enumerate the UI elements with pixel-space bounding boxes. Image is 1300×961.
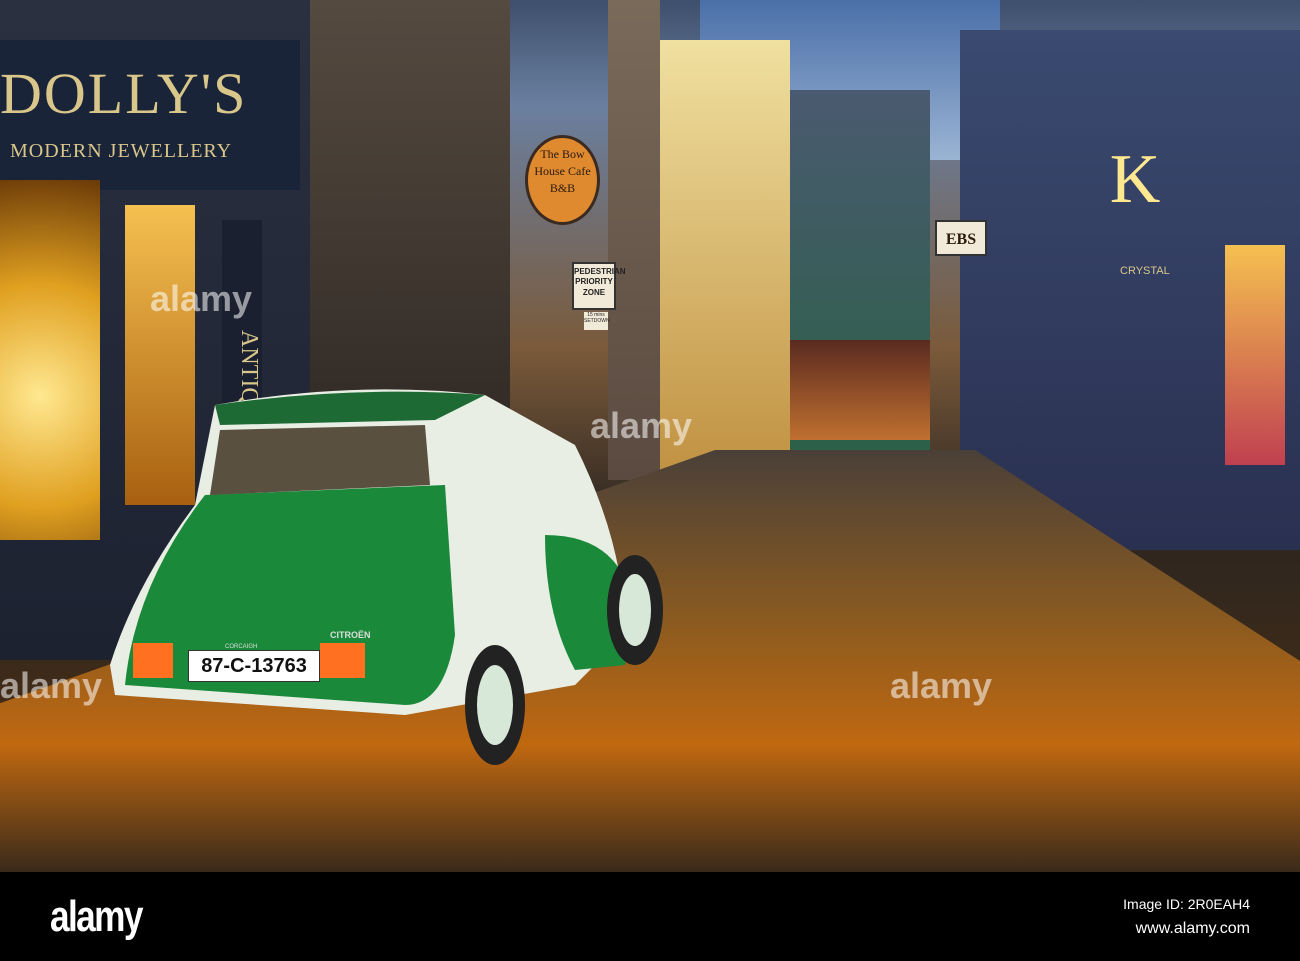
shop-sign-text: DOLLY'S	[0, 61, 248, 126]
watermark: alamy	[890, 665, 993, 706]
watermark: alamy	[150, 278, 253, 319]
watermark: alamy	[590, 405, 693, 446]
car-badge: CITROËN	[330, 630, 371, 640]
ebs-hanging-sign: EBS	[935, 220, 987, 256]
cafe-hanging-sign: The Bow House Cafe B&B	[525, 135, 600, 225]
footer-bar: alamy Image ID: 2R0EAH4 www.alamy.com	[0, 872, 1300, 961]
alamy-logo: alamy	[50, 892, 143, 941]
lit-shop-window	[0, 180, 100, 540]
dollys-shop-sign: DOLLY'S MODERN JEWELLERY	[0, 40, 300, 190]
site-url: www.alamy.com	[1135, 920, 1250, 937]
street-photo: DOLLY'S MODERN JEWELLERY ANTIQUES The Bo…	[0, 0, 1300, 872]
lit-shop-window	[1225, 245, 1285, 465]
k-hanging-sign: K	[1109, 141, 1161, 218]
image-id: Image ID: 2R0EAH4	[1123, 896, 1250, 912]
shop-subtitle-text: MODERN JEWELLERY	[10, 140, 233, 162]
lit-shopfront	[790, 340, 930, 440]
pedestrian-zone-sign: PEDESTRIAN PRIORITY ZONE	[572, 262, 626, 310]
crystal-shop-sign: CRYSTAL	[1120, 265, 1170, 277]
setdown-sign: 15 mins SETDOWN	[584, 312, 610, 330]
license-plate: 87-C-13763	[188, 650, 320, 682]
watermark: alamy	[0, 665, 103, 706]
